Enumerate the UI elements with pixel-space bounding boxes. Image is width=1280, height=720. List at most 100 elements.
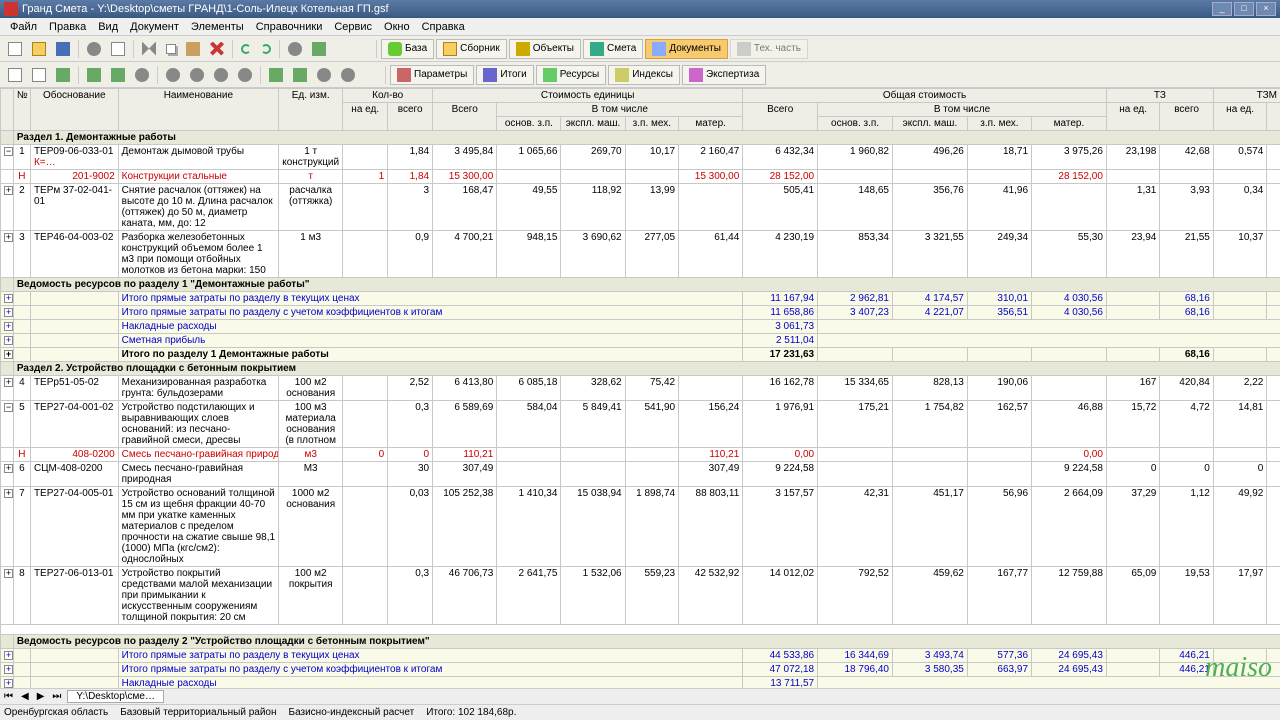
menu-service[interactable]: Сервис	[328, 21, 378, 33]
expand-icon[interactable]: +	[4, 665, 13, 674]
menu-edit[interactable]: Правка	[43, 21, 92, 33]
sbornik-button[interactable]: Сборник	[436, 39, 507, 59]
tb2-10[interactable]	[234, 65, 256, 85]
row-1-material[interactable]: Н201-9002 Конструкции стальныет 11,84 15…	[1, 170, 1280, 184]
close-button[interactable]: ×	[1256, 2, 1276, 16]
col-kolvo[interactable]: Кол-во	[343, 89, 433, 103]
row-3[interactable]: + 3ТЕР46-04-003-02 Разборка железобетонн…	[1, 231, 1280, 278]
print-button[interactable]	[83, 39, 105, 59]
tab-nav-first[interactable]: ⏮	[0, 691, 17, 702]
col-naim[interactable]: Наименование	[118, 89, 278, 131]
preview-button[interactable]	[107, 39, 129, 59]
itogi-button[interactable]: Итоги	[476, 65, 533, 85]
col-num[interactable]: № п.п	[13, 89, 30, 131]
collapse-icon[interactable]: −	[4, 147, 13, 156]
smeta-button[interactable]: Смета	[583, 39, 643, 59]
row-s1-overhead[interactable]: +Накладные расходы3 061,73	[1, 320, 1280, 334]
row-5[interactable]: −5ТЕР27-04-001-02Устройство подстилающих…	[1, 401, 1280, 448]
expand-icon[interactable]: +	[4, 569, 13, 578]
tb2-14[interactable]	[337, 65, 359, 85]
row-s2-direct-current[interactable]: +Итого прямые затраты по разделу в текущ…	[1, 649, 1280, 663]
tb2-9[interactable]	[210, 65, 232, 85]
minimize-button[interactable]: _	[1212, 2, 1232, 16]
row-1[interactable]: − 1 ТЕР09-06-033-01К=… Демонтаж дымовой …	[1, 145, 1280, 170]
col-obsh[interactable]: Общая стоимость	[743, 89, 1107, 103]
tb2-6[interactable]	[131, 65, 153, 85]
menu-document[interactable]: Документ	[124, 21, 185, 33]
menu-view[interactable]: Вид	[92, 21, 124, 33]
indeksy-button[interactable]: Индексы	[608, 65, 680, 85]
collapse-icon[interactable]: −	[4, 403, 13, 412]
col-obosn[interactable]: Обоснование	[30, 89, 118, 131]
obekty-button[interactable]: Объекты	[509, 39, 581, 59]
delete-button[interactable]	[206, 39, 228, 59]
menu-refs[interactable]: Справочники	[250, 21, 329, 33]
find-button[interactable]	[284, 39, 306, 59]
col-tzm[interactable]: ТЗМ	[1213, 89, 1280, 103]
row-s2-direct-coeff[interactable]: +Итого прямые затраты по разделу с учето…	[1, 663, 1280, 677]
section-1-resources[interactable]: +Ведомость ресурсов по разделу 1 "Демонт…	[1, 278, 1280, 292]
expand-icon[interactable]: +	[4, 294, 13, 303]
tb2-12[interactable]	[289, 65, 311, 85]
undo-button[interactable]	[237, 39, 255, 59]
row-6[interactable]: +6СЦМ-408-0200Смесь песчано-гравийная пр…	[1, 462, 1280, 487]
col-ed[interactable]: Ед. изм.	[279, 89, 343, 131]
row-s1-direct-coeff[interactable]: +Итого прямые затраты по разделу с учето…	[1, 306, 1280, 320]
tb2-5[interactable]	[107, 65, 129, 85]
tab-nav-next[interactable]: ▶	[33, 691, 49, 702]
row-7[interactable]: +7ТЕР27-04-005-01Устройство оснований то…	[1, 487, 1280, 567]
copy-button[interactable]	[162, 39, 180, 59]
tb2-8[interactable]	[186, 65, 208, 85]
new-button[interactable]	[4, 39, 26, 59]
expand-icon[interactable]: +	[4, 679, 13, 688]
menu-help[interactable]: Справка	[416, 21, 471, 33]
tab-nav-prev[interactable]: ◀	[17, 691, 33, 702]
row-5-material[interactable]: Н408-0200Смесь песчано-гравийная природ……	[1, 448, 1280, 462]
sheet-tab-1[interactable]: Y:\Desktop\сме…	[67, 690, 164, 703]
tb2-13[interactable]	[313, 65, 335, 85]
cut-button[interactable]	[138, 39, 160, 59]
tb2-4[interactable]	[83, 65, 105, 85]
menu-file[interactable]: Файл	[4, 21, 43, 33]
baza-button[interactable]: База	[381, 39, 434, 59]
section-2[interactable]: −Раздел 2. Устройство площадки с бетонны…	[1, 362, 1280, 376]
resursy-button[interactable]: Ресурсы	[536, 65, 606, 85]
expand-icon[interactable]: +	[4, 378, 13, 387]
expand-icon[interactable]: +	[4, 336, 13, 345]
grid[interactable]: № п.п Обоснование Наименование Ед. изм. …	[0, 88, 1280, 688]
tb2-11[interactable]	[265, 65, 287, 85]
row-4[interactable]: +4ТЕРр51-05-02Механизированная разработк…	[1, 376, 1280, 401]
row-s1-direct-current[interactable]: +Итого прямые затраты по разделу в текущ…	[1, 292, 1280, 306]
expand-icon[interactable]: +	[4, 186, 13, 195]
expand-icon[interactable]: +	[4, 489, 13, 498]
expand-icon[interactable]: +	[4, 464, 13, 473]
redo-button[interactable]	[257, 39, 275, 59]
tb2-1[interactable]	[4, 65, 26, 85]
section-1[interactable]: −Раздел 1. Демонтажные работы	[1, 131, 1280, 145]
row-s2-overhead[interactable]: +Накладные расходы13 711,57	[1, 677, 1280, 689]
expand-icon[interactable]: +	[4, 308, 13, 317]
menu-elements[interactable]: Элементы	[185, 21, 250, 33]
tb2-2[interactable]	[28, 65, 50, 85]
row-s1-profit[interactable]: +Сметная прибыль2 511,04	[1, 334, 1280, 348]
tb2-7[interactable]	[162, 65, 184, 85]
maximize-button[interactable]: □	[1234, 2, 1254, 16]
dokumenty-button[interactable]: Документы	[645, 39, 728, 59]
expand-icon[interactable]: +	[4, 322, 13, 331]
expand-icon[interactable]: +	[4, 233, 13, 242]
tehchast-button[interactable]: Тех. часть	[730, 39, 808, 59]
row-s1-total[interactable]: +Итого по разделу 1 Демонтажные работы17…	[1, 348, 1280, 362]
tab-nav-last[interactable]: ⏭	[48, 691, 65, 702]
paste-button[interactable]	[182, 39, 204, 59]
parametry-button[interactable]: Параметры	[390, 65, 474, 85]
section-2-resources[interactable]: +Ведомость ресурсов по разделу 2 "Устрой…	[1, 635, 1280, 649]
save-button[interactable]	[52, 39, 74, 59]
row-8[interactable]: +8ТЕР27-06-013-01Устройство покрытий сре…	[1, 567, 1280, 625]
menu-window[interactable]: Окно	[378, 21, 416, 33]
calc-button[interactable]	[308, 39, 330, 59]
tb2-3[interactable]	[52, 65, 74, 85]
expand-icon[interactable]: +	[4, 350, 13, 359]
col-stoimed[interactable]: Стоимость единицы	[433, 89, 743, 103]
ekspertiza-button[interactable]: Экспертиза	[682, 65, 766, 85]
open-button[interactable]	[28, 39, 50, 59]
